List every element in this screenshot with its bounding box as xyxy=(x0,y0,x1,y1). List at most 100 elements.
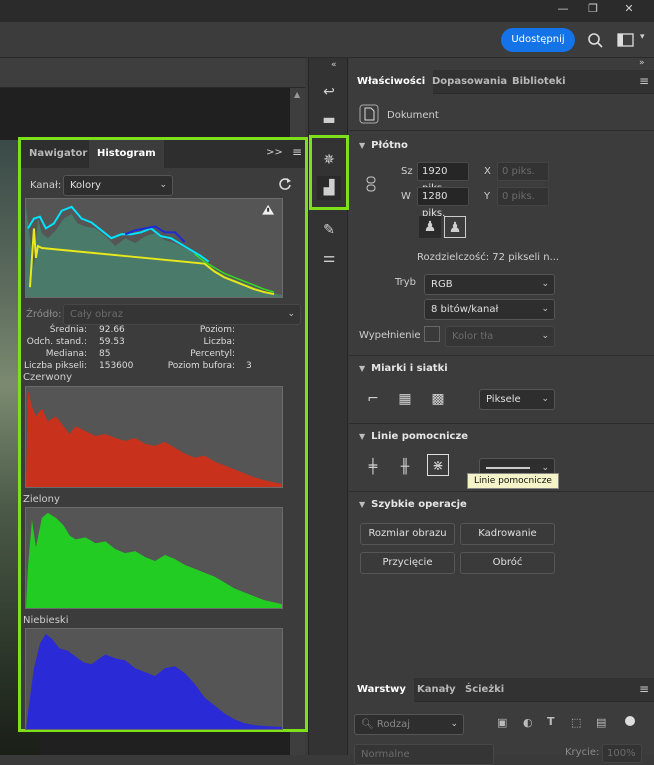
refresh-icon[interactable] xyxy=(278,177,292,191)
source-select: Cały obraz ⌄ xyxy=(63,304,301,325)
crop-button[interactable]: Kadrowanie xyxy=(460,523,555,545)
guides-icon[interactable]: ╪ xyxy=(362,456,384,478)
document-icon xyxy=(359,104,379,124)
history-icon[interactable]: ↩ xyxy=(317,80,341,104)
chevron-down-icon: ⌄ xyxy=(450,719,458,729)
caret-down-icon: ▼ xyxy=(359,364,366,373)
guides-section-title[interactable]: ▼ Linie pomocnicze xyxy=(359,431,468,442)
panel-menu-icon[interactable]: ≡ xyxy=(292,145,302,159)
filter-adjustment-icon[interactable]: ◐ xyxy=(523,716,533,729)
fill-select-value: Kolor tła xyxy=(452,331,494,342)
navigator-icon[interactable]: ✵ xyxy=(317,148,341,172)
guides-section-label: Linie pomocnicze xyxy=(371,431,469,442)
source-label: Źródło: xyxy=(26,309,62,320)
collapse-panel-icon[interactable]: » xyxy=(639,58,645,68)
portrait-orientation-icon[interactable]: ♟ xyxy=(419,216,441,238)
workspace-icon[interactable] xyxy=(617,33,635,47)
link-icon[interactable] xyxy=(365,176,377,192)
units-select[interactable]: Piksele ⌄ xyxy=(479,389,555,410)
document-label: Dokument xyxy=(387,110,439,121)
grid-icon[interactable]: ▦ xyxy=(394,388,416,410)
filter-smart-object-icon[interactable]: ▤ xyxy=(596,716,606,729)
tab-properties[interactable]: Właściwości xyxy=(349,70,434,94)
minimize-button[interactable]: — xyxy=(550,0,576,20)
mode-select-value: RGB xyxy=(431,279,453,290)
chevron-down-icon: ⌄ xyxy=(541,304,549,314)
filter-pixel-icon[interactable]: ▣ xyxy=(497,716,507,729)
workspace-chevron-icon[interactable]: ▾ xyxy=(640,32,645,42)
share-button[interactable]: Udostępnij xyxy=(501,28,575,52)
brush-settings-icon[interactable]: ✎ xyxy=(317,218,341,242)
histogram-icon[interactable]: ▟ xyxy=(317,176,341,200)
red-histogram-area xyxy=(26,390,282,487)
stat-count-label: Liczba: xyxy=(203,337,235,347)
mode-label: Tryb xyxy=(395,277,417,288)
tab-navigator[interactable]: Nawigator xyxy=(21,140,95,168)
channel-select[interactable]: Kolory ⌄ xyxy=(63,175,173,196)
ruler-icon[interactable]: ⌐ xyxy=(362,388,384,410)
tab-layers[interactable]: Warstwy xyxy=(349,678,414,702)
mode-select[interactable]: RGB ⌄ xyxy=(424,274,555,295)
smart-guides-icon[interactable]: ⋇ xyxy=(427,454,449,476)
chevron-down-icon: ⌄ xyxy=(159,180,167,190)
rulers-section-title[interactable]: ▼ Miarki i siatki xyxy=(359,363,448,374)
collapse-strip-icon[interactable]: « xyxy=(331,60,337,70)
stat-mean-label: Średnia: xyxy=(49,325,87,335)
close-button[interactable]: ✕ xyxy=(616,0,642,20)
search-icon: 🔍︎ xyxy=(361,719,377,730)
line-style-preview xyxy=(486,467,530,469)
filter-toggle-icon[interactable] xyxy=(625,716,635,726)
canvas-section-label: Płótno xyxy=(371,140,408,151)
transparency-grid-icon[interactable]: ▩ xyxy=(427,388,449,410)
bit-depth-select[interactable]: 8 bitów/kanał ⌄ xyxy=(424,299,555,320)
panel-menu-icon[interactable]: ≡ xyxy=(639,74,649,88)
height-field[interactable]: 1280 piks. xyxy=(417,187,469,219)
channel-label: Kanał: xyxy=(30,180,62,191)
filter-type-icon[interactable]: T xyxy=(547,715,555,728)
tab-adjustments[interactable]: Dopasowania xyxy=(424,70,515,94)
search-icon[interactable] xyxy=(587,32,603,48)
channel-select-value: Kolory xyxy=(70,180,102,191)
panel-expand-icon[interactable]: >> xyxy=(266,147,283,158)
image-size-button[interactable]: Rozmiar obrazu xyxy=(360,523,455,545)
tab-libraries[interactable]: Biblioteki xyxy=(504,70,574,94)
fill-color-swatch[interactable] xyxy=(424,326,440,342)
stat-cache-label: Poziom bufora: xyxy=(167,361,235,371)
document-tab-bar xyxy=(0,58,305,88)
stat-cache-value: 3 xyxy=(246,361,252,371)
quick-actions-section-title[interactable]: ▼ Szybkie operacje xyxy=(359,499,467,510)
tab-channels[interactable]: Kanały xyxy=(409,678,464,702)
lock-guides-icon[interactable]: ╫ xyxy=(394,456,416,478)
histogram-tab-bar: Nawigator Histogram >> ≡ xyxy=(21,140,305,168)
caret-down-icon: ▼ xyxy=(359,141,366,150)
fill-label: Wypełnienie xyxy=(359,330,421,341)
quick-actions-label: Szybkie operacje xyxy=(371,499,467,510)
canvas-section-title[interactable]: ▼ Płótno xyxy=(359,140,408,151)
layer-filter-select[interactable]: 🔍︎ Rodzaj ⌄ xyxy=(354,714,464,735)
landscape-orientation-icon[interactable]: ♟ xyxy=(444,216,466,238)
channel-green-label: Zielony xyxy=(23,494,60,505)
y-label: Y xyxy=(484,191,491,202)
panel-menu-icon[interactable]: ≡ xyxy=(639,682,649,696)
restore-button[interactable]: ❐ xyxy=(580,0,606,20)
histogram-panel: Nawigator Histogram >> ≡ Kanał: Kolory ⌄ … xyxy=(18,137,308,732)
panel-icon-strip: « ↩ ▬ ✵ ▟ ✎ ⚌ xyxy=(308,58,349,755)
scroll-up-icon[interactable]: ▲ xyxy=(294,90,300,99)
opacity-label: Krycie: xyxy=(565,747,600,758)
guides-tooltip: Linie pomocnicze xyxy=(467,473,559,489)
chevron-down-icon: ⌄ xyxy=(541,394,549,404)
trim-button[interactable]: Przycięcie xyxy=(360,552,455,574)
filter-shape-icon[interactable]: ⬚ xyxy=(571,716,581,729)
height-label: W xyxy=(401,191,411,202)
tab-paths[interactable]: Ścieżki xyxy=(457,678,512,702)
fill-select: Kolor tła ⌄ xyxy=(445,326,555,347)
rotate-button[interactable]: Obróć xyxy=(460,552,555,574)
histogram-red-graph xyxy=(25,386,283,488)
width-field[interactable]: 1920 piks. xyxy=(417,162,469,194)
tab-histogram[interactable]: Histogram xyxy=(89,140,164,168)
adjustments-icon[interactable]: ⚌ xyxy=(317,246,341,270)
comments-icon[interactable]: ▬ xyxy=(317,108,341,132)
rulers-section-label: Miarki i siatki xyxy=(371,363,448,374)
x-label: X xyxy=(484,166,491,177)
blue-histogram-area xyxy=(26,633,282,729)
